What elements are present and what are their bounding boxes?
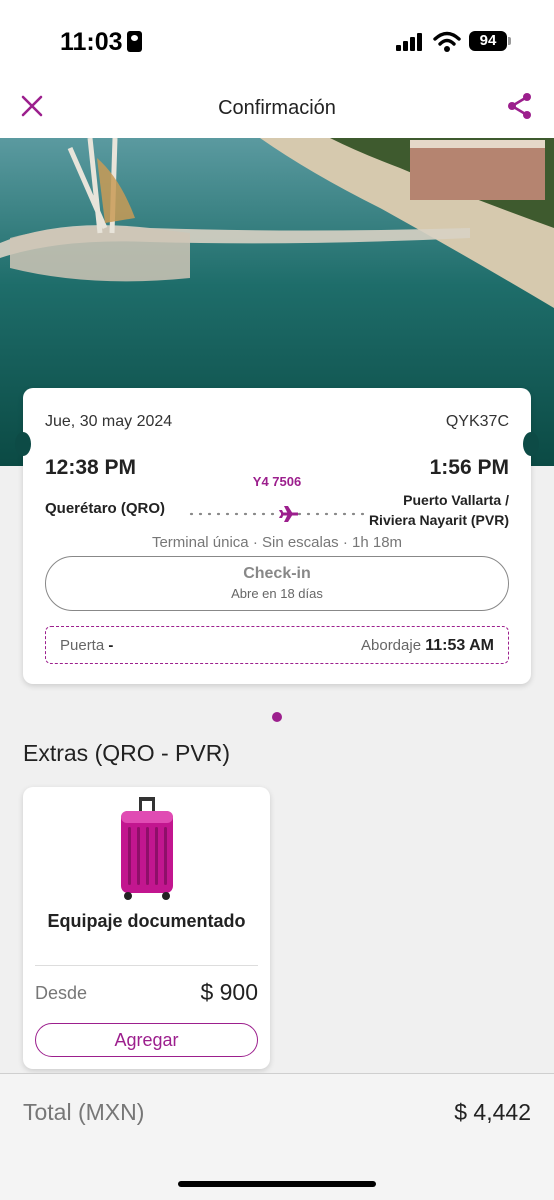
share-icon[interactable] bbox=[506, 92, 534, 120]
origin-city: Querétaro (QRO) bbox=[45, 500, 166, 517]
flight-date: Jue, 30 may 2024 bbox=[45, 413, 173, 430]
extra-card-checked-baggage[interactable]: Equipaje documentado Desde $ 900 Agregar bbox=[23, 787, 270, 1069]
flight-details: Terminal única · Sin escalas · 1h 18m bbox=[151, 534, 403, 551]
status-time: 11:03 bbox=[60, 28, 142, 57]
page-title: Confirmación bbox=[218, 97, 336, 119]
add-baggage-button[interactable]: Agregar bbox=[35, 1023, 258, 1057]
screen: 11:03 94 Confirmación Jue, 30 may 2024 Q… bbox=[0, 0, 554, 1200]
total-footer: Total (MXN) $ 4,442 bbox=[0, 1073, 554, 1200]
extras-title: Extras (QRO - PVR) bbox=[23, 740, 231, 766]
id-badge-icon bbox=[126, 31, 142, 52]
divider bbox=[35, 965, 258, 966]
gate-label: Puerta bbox=[60, 637, 105, 654]
gate-value: - bbox=[108, 637, 114, 654]
total-label: Total (MXN) bbox=[23, 1099, 145, 1125]
flight-card: Jue, 30 may 2024 QYK37C 12:38 PM 1:56 PM… bbox=[15, 388, 539, 684]
route-line bbox=[189, 506, 365, 522]
checkin-opens-text: Abre en 18 días bbox=[231, 586, 323, 601]
status-time-text: 11:03 bbox=[60, 28, 123, 56]
boarding-info: Abordaje 11:53 AM bbox=[361, 637, 494, 655]
card-notch-left bbox=[15, 432, 31, 456]
gate-info: Puerta - bbox=[60, 637, 113, 654]
boarding-label: Abordaje bbox=[361, 637, 422, 654]
checkin-label: Check-in bbox=[243, 565, 311, 582]
extra-name: Equipaje documentado bbox=[47, 911, 246, 931]
extra-price: $ 900 bbox=[200, 979, 258, 1005]
wifi-icon bbox=[433, 31, 461, 52]
gate-boarding-box: Puerta - Abordaje 11:53 AM bbox=[45, 626, 509, 664]
flight-number: Y4 7506 bbox=[252, 474, 302, 489]
luggage-icon bbox=[121, 797, 173, 900]
destination-line-2: Riviera Nayarit (PVR) bbox=[368, 512, 509, 528]
boarding-time: 11:53 AM bbox=[425, 637, 494, 654]
card-notch-right bbox=[523, 432, 539, 456]
carousel-page-indicator bbox=[272, 712, 282, 722]
app-header: Confirmación bbox=[0, 80, 554, 138]
price-from-label: Desde bbox=[35, 983, 88, 1003]
cellular-signal-icon bbox=[396, 33, 424, 51]
status-bar: 11:03 94 bbox=[0, 0, 554, 80]
total-value: $ 4,442 bbox=[454, 1099, 531, 1125]
home-indicator[interactable] bbox=[178, 1181, 376, 1187]
checkin-button[interactable]: Check-in Abre en 18 días bbox=[45, 556, 509, 611]
destination-line-1: Puerto Vallarta / bbox=[403, 492, 509, 508]
battery-icon: 94 bbox=[469, 31, 511, 51]
destination-city: Puerto Vallarta / Riviera Nayarit (PVR) bbox=[369, 490, 509, 530]
booking-code: QYK37C bbox=[445, 413, 509, 430]
airplane-icon bbox=[277, 506, 298, 522]
